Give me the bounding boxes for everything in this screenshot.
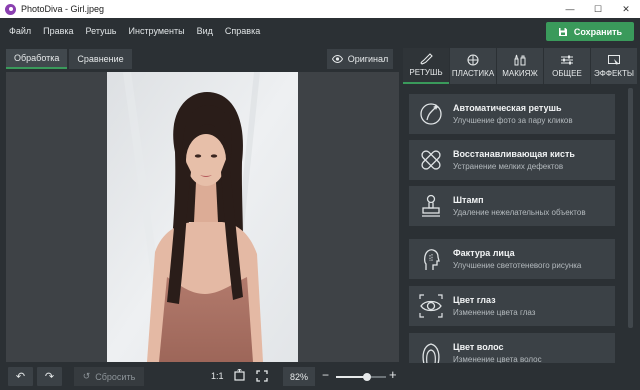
tab-compare[interactable]: Сравнение — [69, 49, 132, 69]
zoom-slider[interactable] — [336, 373, 386, 381]
original-label: Оригинал — [347, 54, 389, 64]
tab-makeup[interactable]: МАКИЯЖ — [497, 48, 543, 84]
tab-general-label: ОБЩЕЕ — [552, 69, 582, 78]
tab-plastic[interactable]: ПЛАСТИКА — [450, 48, 496, 84]
tab-processing[interactable]: Обработка — [6, 49, 68, 69]
original-button[interactable]: Оригинал — [327, 49, 393, 69]
view-tabs: Обработка Сравнение — [6, 49, 132, 69]
reset-label: Сбросить — [95, 371, 136, 382]
reset-button[interactable]: ↺ Сбросить — [74, 367, 144, 386]
tool-desc: Удаление нежелательных объектов — [453, 208, 586, 217]
tool-desc: Изменение цвета глаз — [453, 308, 536, 317]
minimize-icon[interactable]: — — [556, 0, 584, 18]
tool-title: Восстанавливающая кисть — [453, 149, 575, 159]
undo-icon[interactable]: ↶ — [8, 367, 33, 386]
auto-retouch-icon — [416, 99, 446, 129]
photo-canvas[interactable] — [6, 72, 399, 362]
window-title: PhotoDiva - Girl.jpeg — [21, 4, 105, 14]
tool-list: Автоматическая ретушь Улучшение фото за … — [403, 88, 627, 363]
zoom-in-icon[interactable]: + — [389, 367, 397, 382]
menu-retouch[interactable]: Ретушь — [80, 26, 123, 36]
tab-general[interactable]: ОБЩЕЕ — [544, 48, 590, 84]
face-texture-icon — [416, 244, 446, 274]
menu-tools[interactable]: Инструменты — [123, 26, 191, 36]
fit-screen-icon[interactable] — [256, 370, 268, 384]
tab-retouch[interactable]: РЕТУШЬ — [403, 48, 449, 84]
menu-file[interactable]: Файл — [0, 26, 37, 36]
tab-effects-label: ЭФФЕКТЫ — [594, 69, 634, 78]
healing-brush-icon — [416, 145, 446, 175]
brush-icon — [420, 53, 433, 65]
bottom-toolbar: ↶ ↷ ↺ Сбросить 1:1 82% − + — [0, 364, 400, 390]
hair-color-icon — [416, 338, 446, 363]
tool-stamp[interactable]: Штамп Удаление нежелательных объектов — [409, 186, 615, 226]
tool-title: Автоматическая ретушь — [453, 103, 562, 113]
actual-size-button[interactable]: 1:1 — [211, 371, 224, 381]
redo-icon[interactable]: ↷ — [37, 367, 62, 386]
close-icon[interactable]: ✕ — [612, 0, 640, 18]
photo — [107, 72, 298, 362]
tool-title: Цвет глаз — [453, 295, 496, 305]
tab-effects[interactable]: ЭФФЕКТЫ — [591, 48, 637, 84]
tool-hair-color[interactable]: Цвет волос Изменение цвета волос — [409, 333, 615, 363]
tool-desc: Устранение мелких дефектов — [453, 162, 564, 171]
zoom-out-icon[interactable]: − — [322, 368, 329, 382]
tool-title: Штамп — [453, 195, 484, 205]
tab-retouch-label: РЕТУШЬ — [409, 68, 443, 77]
app-logo-icon — [5, 3, 16, 15]
stamp-icon — [416, 191, 446, 221]
save-button[interactable]: Сохранить — [546, 22, 634, 41]
plastic-icon — [467, 54, 479, 66]
menu-edit[interactable]: Правка — [37, 26, 79, 36]
fit-height-icon[interactable] — [234, 368, 245, 384]
tool-eye-color[interactable]: Цвет глаз Изменение цвета глаз — [409, 286, 615, 326]
eye-color-icon — [416, 291, 446, 321]
tool-title: Фактура лица — [453, 248, 515, 258]
floppy-disk-icon — [558, 27, 567, 36]
tab-plastic-label: ПЛАСТИКА — [451, 69, 495, 78]
tool-face-texture[interactable]: Фактура лица Улучшение светотеневого рис… — [409, 239, 615, 279]
tool-list-scrollbar[interactable] — [628, 88, 633, 328]
effects-icon — [608, 55, 620, 65]
reset-icon: ↺ — [82, 371, 91, 381]
zoom-value[interactable]: 82% — [283, 367, 315, 386]
tool-desc: Улучшение фото за пару кликов — [453, 116, 573, 125]
tool-desc: Изменение цвета волос — [453, 355, 542, 363]
window-controls: — ☐ ✕ — [556, 0, 640, 18]
eye-icon — [331, 55, 343, 63]
tool-auto-retouch[interactable]: Автоматическая ретушь Улучшение фото за … — [409, 94, 615, 134]
menu-bar: Файл Правка Ретушь Инструменты Вид Справ… — [0, 18, 640, 44]
menu-view[interactable]: Вид — [191, 26, 219, 36]
zoom-slider-handle[interactable] — [363, 373, 371, 381]
tool-title: Цвет волос — [453, 342, 504, 352]
panel-tabs: РЕТУШЬ ПЛАСТИКА МАКИЯЖ ОБЩЕЕ ЭФФЕКТЫ — [403, 48, 637, 84]
title-bar: PhotoDiva - Girl.jpeg — ☐ ✕ — [0, 0, 640, 18]
maximize-icon[interactable]: ☐ — [584, 0, 612, 18]
menu-help[interactable]: Справка — [219, 26, 266, 36]
tool-healing-brush[interactable]: Восстанавливающая кисть Устранение мелки… — [409, 140, 615, 180]
sliders-icon — [561, 55, 573, 65]
makeup-icon — [514, 54, 526, 66]
tool-desc: Улучшение светотеневого рисунка — [453, 261, 582, 270]
save-label: Сохранить — [573, 26, 623, 37]
portrait-image — [107, 72, 298, 362]
tab-makeup-label: МАКИЯЖ — [502, 69, 538, 78]
